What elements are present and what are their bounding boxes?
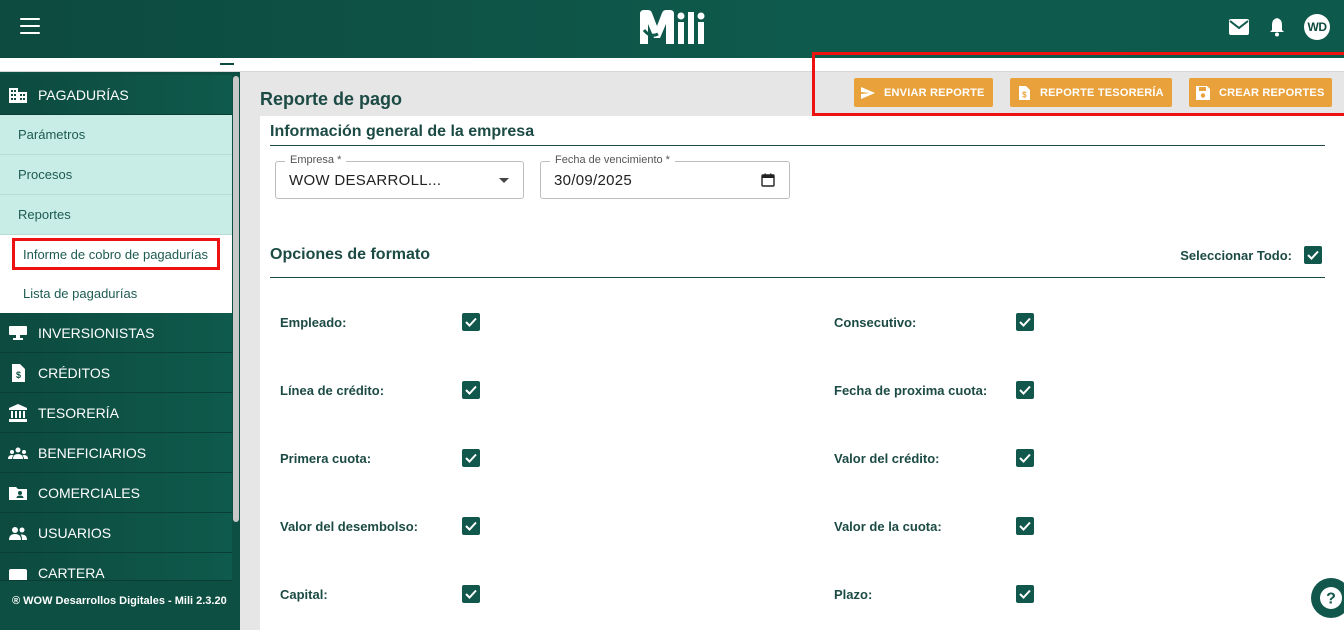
general-section-title: Información general de la empresa	[270, 123, 535, 140]
option-valor-cuota-checkbox[interactable]	[1016, 517, 1034, 535]
sidebar-item-procesos[interactable]: Procesos	[0, 155, 232, 195]
option-linea-credito-checkbox[interactable]	[462, 381, 480, 399]
option-valor-cuota-label: Valor de la cuota:	[834, 519, 942, 534]
svg-text:$: $	[16, 370, 21, 380]
page-title: Reporte de pago	[260, 89, 403, 109]
option-valor-desembolso-checkbox[interactable]	[462, 517, 480, 535]
check-icon	[1019, 521, 1031, 531]
check-icon	[1307, 250, 1319, 260]
sidebar-item-parametros[interactable]: Parámetros	[0, 115, 232, 155]
option-capital-label: Capital:	[280, 587, 328, 602]
option-empleado-label: Empleado:	[280, 315, 347, 330]
option-empleado-checkbox[interactable]	[462, 313, 480, 331]
check-icon	[1019, 589, 1031, 599]
due-date-label: Fecha de vencimiento *	[550, 154, 675, 166]
check-icon	[465, 385, 477, 395]
sidebar-item-creditos[interactable]: $ CRÉDITOS	[0, 353, 232, 393]
main-content: Reporte de pago ENVIAR REPORTE $ REPORTE…	[240, 52, 1344, 630]
bell-icon[interactable]	[1268, 17, 1286, 37]
option-plazo-checkbox[interactable]	[1016, 585, 1034, 603]
check-icon	[465, 521, 477, 531]
sidebar: PAGADURÍAS Parámetros Procesos Reportes …	[0, 72, 240, 630]
sidebar-item-label: CARTERA	[38, 565, 105, 581]
sidebar-item-label: INVERSIONISTAS	[38, 324, 155, 341]
sidebar-item-label: COMERCIALES	[38, 484, 140, 501]
sidebar-item-label: PAGADURÍAS	[38, 86, 129, 103]
sidebar-item-label: CRÉDITOS	[38, 364, 111, 381]
format-section-title: Opciones de formato	[270, 246, 431, 263]
mili-logo	[640, 10, 705, 44]
svg-text:?: ?	[1326, 591, 1336, 608]
select-all-row: Seleccionar Todo:	[1180, 246, 1322, 264]
option-valor-desembolso-label: Valor del desembolso:	[280, 519, 418, 534]
company-select[interactable]: Empresa * WOW DESARROLL...	[275, 154, 524, 199]
group-icon	[8, 447, 28, 459]
option-valor-credito-checkbox[interactable]	[1016, 449, 1034, 467]
bank-icon	[9, 403, 27, 422]
folder-user-icon	[9, 486, 27, 500]
sidebar-item-beneficiarios[interactable]: BENEFICIARIOS	[0, 433, 232, 473]
menu-icon[interactable]	[20, 18, 40, 34]
sidebar-item-lista-pagadurias[interactable]: Lista de pagadurías	[0, 274, 232, 313]
sidebar-item-label: USUARIOS	[38, 524, 112, 541]
sidebar-item-pagadurias[interactable]: PAGADURÍAS	[0, 75, 232, 115]
option-primera-cuota-label: Primera cuota:	[280, 451, 372, 466]
select-all-label: Seleccionar Todo:	[1180, 247, 1292, 263]
sidebar-item-reportes[interactable]: Reportes	[0, 195, 232, 235]
chevron-down-icon	[499, 178, 509, 183]
sidebar-item-cartera[interactable]: CARTERA	[0, 553, 232, 581]
select-all-checkbox[interactable]	[1304, 246, 1322, 264]
due-date-value: 30/09/2025	[554, 172, 633, 189]
building-icon	[9, 87, 27, 103]
highlight-annotation	[812, 52, 1344, 116]
option-fecha-proxima-cuota-label: Fecha de proxima cuota:	[834, 383, 988, 398]
sidebar-item-inversionistas[interactable]: INVERSIONISTAS	[0, 313, 232, 353]
option-consecutivo-checkbox[interactable]	[1016, 313, 1034, 331]
highlight-annotation	[12, 238, 220, 270]
question-mark-icon: ?	[1320, 587, 1342, 609]
sidebar-footer-text: ® WOW Desarrollos Digitales - Mili 2.3.2…	[12, 595, 227, 607]
wallet-icon	[9, 569, 27, 580]
monitor-icon	[9, 325, 27, 340]
mail-icon[interactable]	[1228, 18, 1250, 36]
sidebar-item-usuarios[interactable]: USUARIOS	[0, 513, 232, 553]
sidebar-item-label: TESORERÍA	[38, 404, 119, 421]
sidebar-item-comerciales[interactable]: COMERCIALES	[0, 473, 232, 513]
sidebar-item-tesoreria[interactable]: TESORERÍA	[0, 393, 232, 433]
check-icon	[1019, 317, 1031, 327]
help-button[interactable]: ?	[1311, 578, 1344, 618]
company-field-value: WOW DESARROLL...	[289, 172, 442, 189]
top-app-bar: WD	[0, 0, 1344, 58]
scrollbar-thumb[interactable]	[233, 76, 239, 522]
user-avatar[interactable]: WD	[1304, 14, 1330, 40]
due-date-field[interactable]: Fecha de vencimiento * 30/09/2025	[540, 154, 790, 199]
section-divider	[270, 145, 1325, 146]
section-divider	[270, 277, 1325, 278]
check-icon	[465, 589, 477, 599]
option-plazo-label: Plazo:	[834, 587, 873, 602]
option-consecutivo-label: Consecutivo:	[834, 315, 917, 330]
check-icon	[465, 317, 477, 327]
company-field-label: Empresa *	[285, 154, 347, 166]
option-linea-credito-label: Línea de crédito:	[280, 383, 385, 398]
option-capital-checkbox[interactable]	[462, 585, 480, 603]
option-fecha-proxima-cuota-checkbox[interactable]	[1016, 381, 1034, 399]
report-card: Información general de la empresa Empres…	[260, 116, 1344, 630]
check-icon	[1019, 453, 1031, 463]
option-valor-credito-label: Valor del crédito:	[834, 451, 940, 466]
users-icon	[9, 526, 27, 540]
calendar-icon[interactable]	[761, 173, 775, 187]
sidebar-item-label: BENEFICIARIOS	[38, 444, 147, 461]
check-icon	[1019, 385, 1031, 395]
money-document-icon: $	[12, 363, 25, 382]
option-primera-cuota-checkbox[interactable]	[462, 449, 480, 467]
check-icon	[465, 453, 477, 463]
